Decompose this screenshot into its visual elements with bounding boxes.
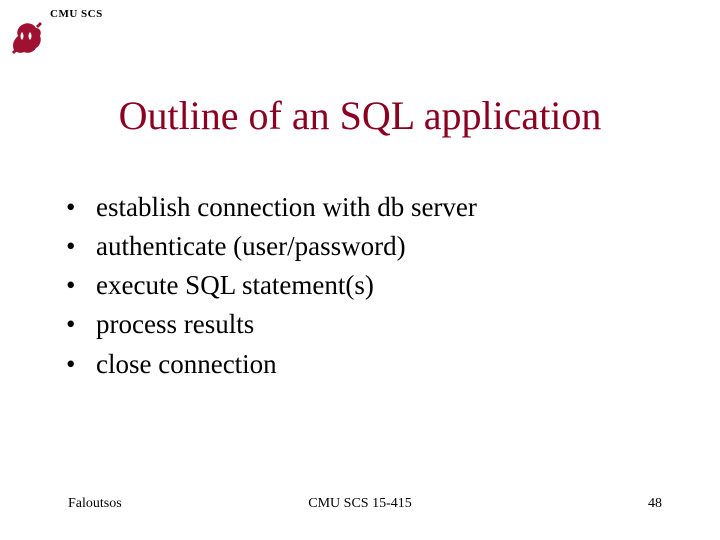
list-item: establish connection with db server — [66, 188, 477, 227]
footer-author: Faloutsos — [68, 496, 122, 512]
cmu-mascot-icon — [6, 18, 46, 58]
slide-footer: Faloutsos CMU SCS 15-415 48 — [0, 496, 720, 512]
list-item: execute SQL statement(s) — [66, 266, 477, 305]
list-item: close connection — [66, 345, 477, 384]
list-item: authenticate (user/password) — [66, 227, 477, 266]
slide-header: CMU SCS — [50, 8, 103, 20]
list-item: process results — [66, 305, 477, 344]
bullet-list: establish connection with db server auth… — [66, 188, 477, 384]
slide-title: Outline of an SQL application — [0, 92, 720, 139]
footer-course: CMU SCS 15-415 — [308, 496, 411, 512]
header-label: CMU SCS — [50, 8, 103, 20]
footer-page-number: 48 — [648, 496, 662, 512]
